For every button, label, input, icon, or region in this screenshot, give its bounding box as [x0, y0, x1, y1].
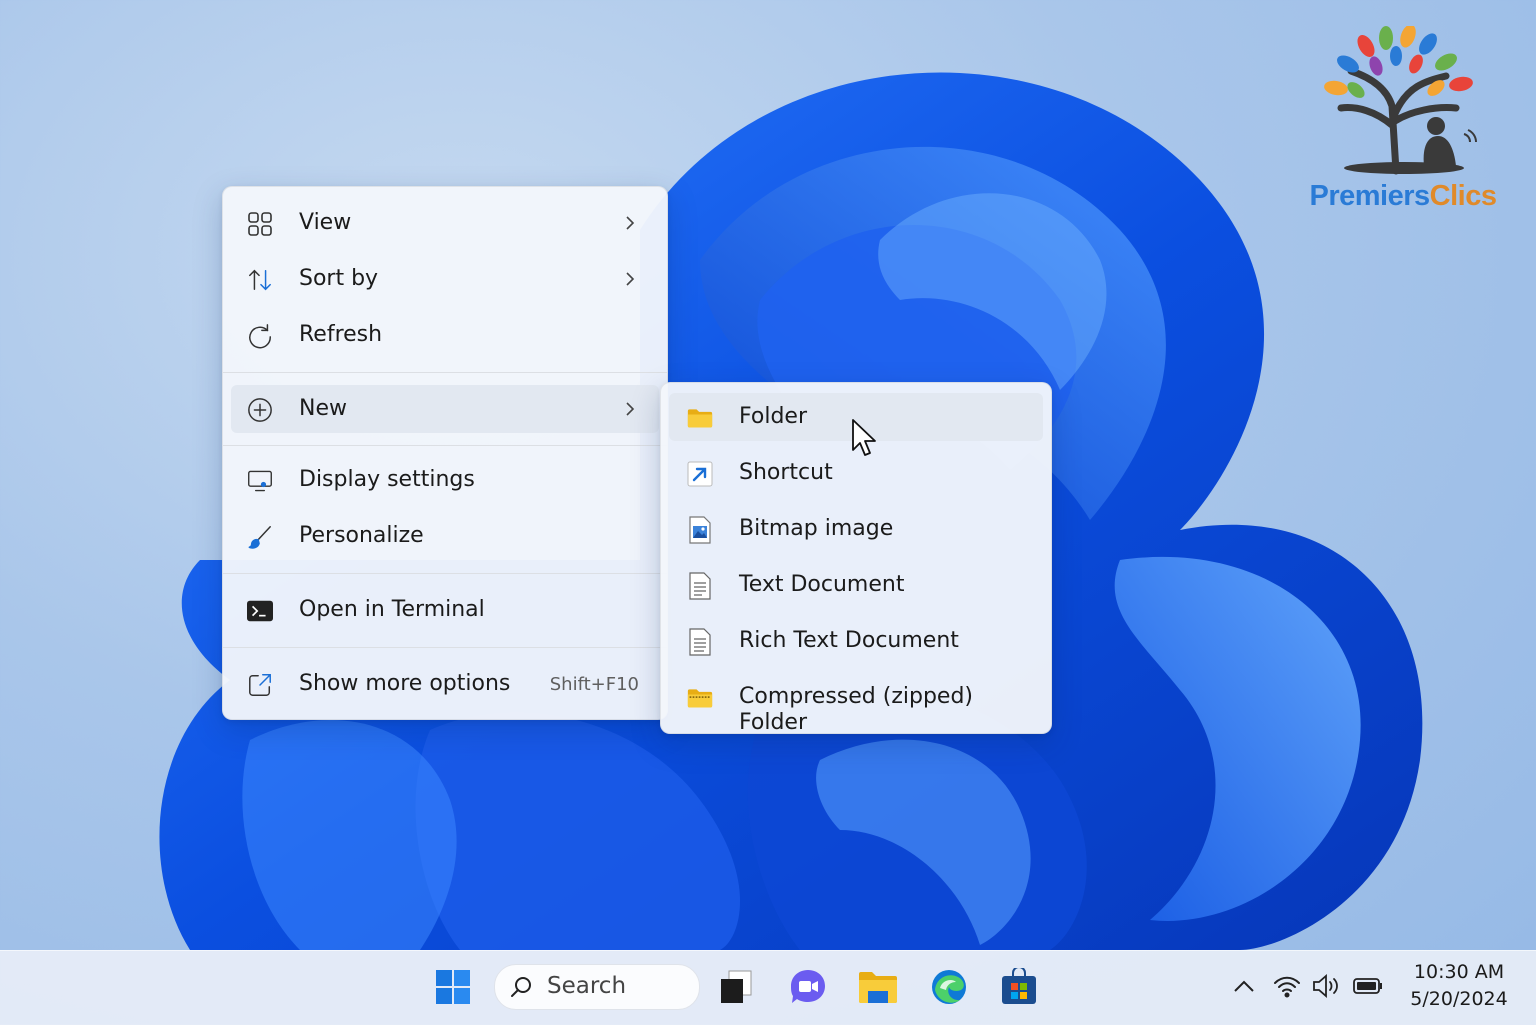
brush-icon	[247, 524, 273, 550]
submenu-item-label: Rich Text Document	[739, 628, 959, 653]
clock-time: 10:30 AM	[1413, 961, 1505, 983]
menu-separator	[223, 647, 667, 648]
submenu-item-compressed-folder[interactable]: Compressed (zipped) Folder	[669, 673, 1043, 735]
terminal-icon	[247, 598, 273, 624]
search-icon	[511, 977, 531, 997]
menu-item-show-more-options[interactable]: Show more options Shift+F10	[231, 660, 659, 708]
taskbar: Search 10:30 AM 5/20/2024	[0, 950, 1536, 1025]
taskbar-clock[interactable]: 10:30 AM 5/20/2024	[1404, 959, 1514, 1013]
premiers-clics-logo: PremiersClics	[1296, 24, 1510, 216]
menu-item-label: Sort by	[299, 266, 379, 291]
rich-text-document-icon	[687, 628, 713, 656]
menu-item-open-in-terminal[interactable]: Open in Terminal	[231, 586, 659, 634]
volume-icon[interactable]	[1311, 971, 1341, 1001]
plus-circle-icon	[247, 397, 273, 423]
edge-icon[interactable]	[929, 967, 969, 1007]
submenu-item-label: Text Document	[739, 572, 905, 597]
brand-name-part1: Premiers	[1309, 180, 1431, 212]
menu-separator	[223, 573, 667, 574]
grid-icon	[247, 211, 273, 237]
task-view-icon[interactable]	[716, 967, 756, 1007]
menu-item-new[interactable]: New	[231, 385, 659, 433]
clock-date: 5/20/2024	[1410, 988, 1508, 1010]
menu-item-sort-by[interactable]: Sort by	[231, 255, 659, 303]
desktop-context-menu: View Sort by Refresh New Display setting…	[222, 186, 668, 720]
file-explorer-icon[interactable]	[858, 967, 898, 1007]
submenu-item-label: Bitmap image	[739, 516, 894, 541]
mouse-pointer-icon	[852, 419, 876, 456]
windows-start-icon[interactable]	[433, 967, 473, 1007]
wifi-icon[interactable]	[1272, 971, 1302, 1001]
display-icon	[247, 468, 273, 494]
tree-reader-logo-icon	[1324, 24, 1477, 175]
menu-item-view[interactable]: View	[231, 199, 659, 247]
keyboard-shortcut: Shift+F10	[549, 674, 639, 695]
menu-item-refresh[interactable]: Refresh	[231, 311, 659, 359]
refresh-icon	[247, 323, 273, 349]
menu-item-label: View	[299, 210, 352, 235]
chevron-right-icon	[626, 402, 635, 416]
chevron-up-icon[interactable]	[1229, 971, 1259, 1001]
menu-separator	[223, 445, 667, 446]
shortcut-arrow-icon	[687, 461, 713, 487]
submenu-item-label: Folder	[739, 404, 807, 429]
store-icon[interactable]	[999, 967, 1039, 1007]
menu-item-label: Show more options	[299, 671, 511, 696]
menu-item-label: Refresh	[299, 322, 383, 347]
share-icon	[247, 672, 273, 698]
battery-icon[interactable]	[1353, 971, 1383, 1001]
menu-item-display-settings[interactable]: Display settings	[231, 456, 659, 504]
search-label: Search	[547, 973, 627, 999]
submenu-item-label: Compressed (zipped) Folder	[739, 684, 973, 735]
text-document-icon	[687, 572, 713, 600]
chevron-right-icon	[626, 272, 635, 286]
menu-item-label: New	[299, 396, 347, 421]
menu-item-label: Display settings	[299, 467, 475, 492]
menu-separator	[223, 372, 667, 373]
zip-folder-icon	[687, 685, 713, 711]
submenu-item-rich-text-document[interactable]: Rich Text Document	[669, 617, 1043, 665]
folder-icon	[687, 405, 713, 431]
brand-name-part2: Clics	[1429, 180, 1497, 212]
menu-item-personalize[interactable]: Personalize	[231, 512, 659, 560]
menu-item-label: Open in Terminal	[299, 597, 485, 622]
taskbar-search-box[interactable]: Search	[494, 964, 700, 1010]
sort-arrows-icon	[247, 267, 273, 293]
submenu-item-label: Shortcut	[739, 460, 833, 485]
image-file-icon	[687, 516, 713, 544]
menu-item-label: Personalize	[299, 523, 424, 548]
chat-icon[interactable]	[788, 967, 828, 1007]
submenu-item-text-document[interactable]: Text Document	[669, 561, 1043, 609]
chevron-right-icon	[626, 216, 635, 230]
brand-name: PremiersClics	[1296, 180, 1510, 213]
submenu-item-bitmap-image[interactable]: Bitmap image	[669, 505, 1043, 553]
